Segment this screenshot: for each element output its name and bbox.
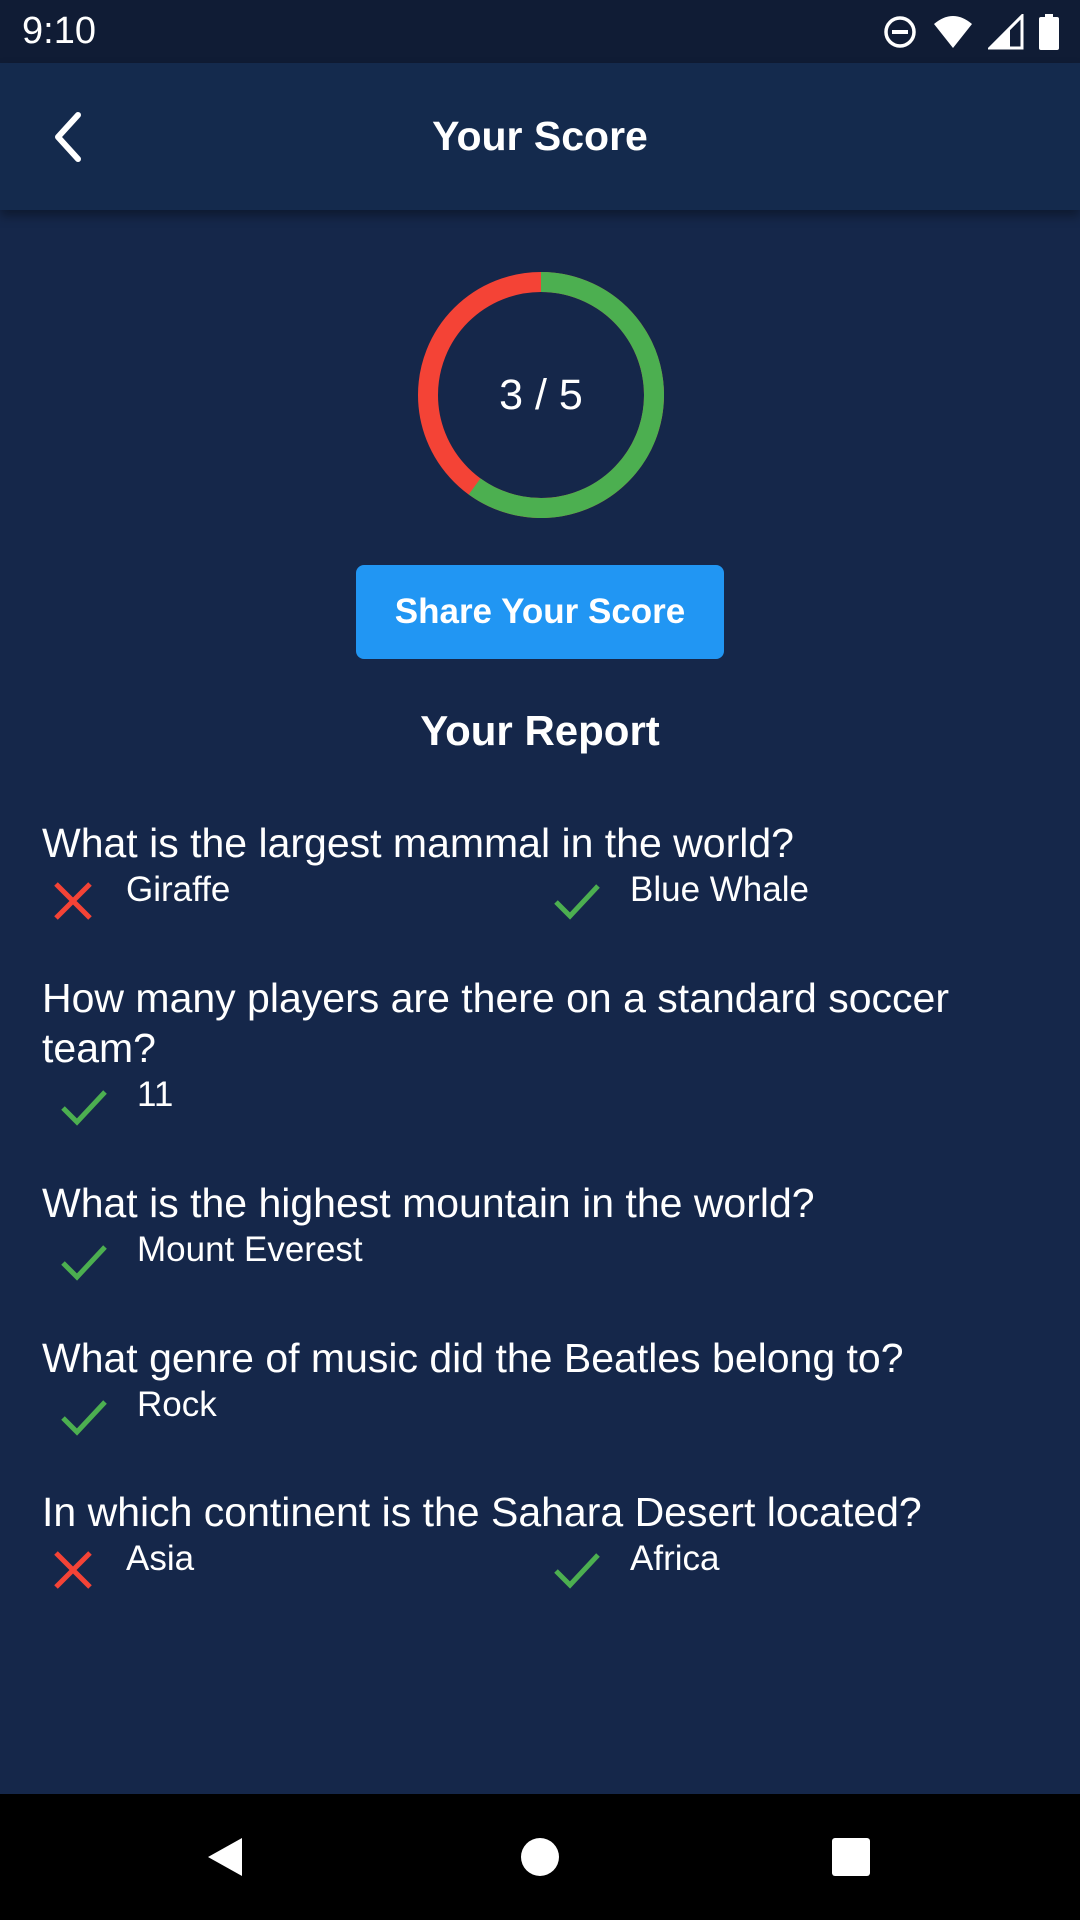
nav-recents-button[interactable] (806, 1812, 896, 1902)
question-text: What is the largest mammal in the world? (42, 820, 794, 866)
status-icons (882, 10, 1060, 54)
question-text: What genre of music did the Beatles belo… (42, 1335, 904, 1381)
share-score-button[interactable]: Share Your Score (356, 565, 724, 659)
selected-answer: Asia (126, 1539, 195, 1578)
nav-back-button[interactable] (180, 1812, 270, 1902)
wifi-icon (934, 16, 972, 48)
status-time: 9:10 (22, 10, 96, 52)
selected-answer: Rock (137, 1385, 217, 1424)
signal-icon (988, 14, 1024, 50)
report-title: Your Report (420, 707, 660, 754)
correct-answer: Blue Whale (630, 870, 809, 909)
question-text: In which continent is the Sahara Desert … (42, 1489, 922, 1535)
app-bar: Your Score (0, 63, 1080, 210)
correct-check-icon (554, 884, 600, 920)
recents-square-icon (832, 1838, 870, 1876)
wrong-cross-icon (54, 1551, 92, 1589)
selected-answer: Mount Everest (137, 1230, 363, 1269)
page-title: Your Score (432, 113, 648, 159)
nav-home-button[interactable] (495, 1812, 585, 1902)
battery-icon (1039, 14, 1059, 50)
system-nav-bar (0, 1794, 1080, 1920)
do-not-disturb-icon (884, 16, 916, 48)
selected-answer: Giraffe (126, 870, 231, 909)
question-text: How many players are there on a standard… (42, 975, 950, 1071)
score-text: 3 / 5 (499, 371, 583, 419)
wrong-cross-icon (54, 882, 92, 920)
selected-answer: 11 (137, 1075, 174, 1114)
correct-check-icon (554, 1553, 600, 1589)
back-triangle-icon (208, 1838, 242, 1876)
correct-check-icon (61, 1400, 107, 1436)
home-circle-icon (521, 1838, 559, 1876)
correct-answer: Africa (630, 1539, 720, 1578)
correct-check-icon (61, 1245, 107, 1281)
question-text: What is the highest mountain in the worl… (42, 1180, 815, 1226)
status-bar: 9:10 (0, 0, 1080, 63)
correct-check-icon (61, 1090, 107, 1126)
